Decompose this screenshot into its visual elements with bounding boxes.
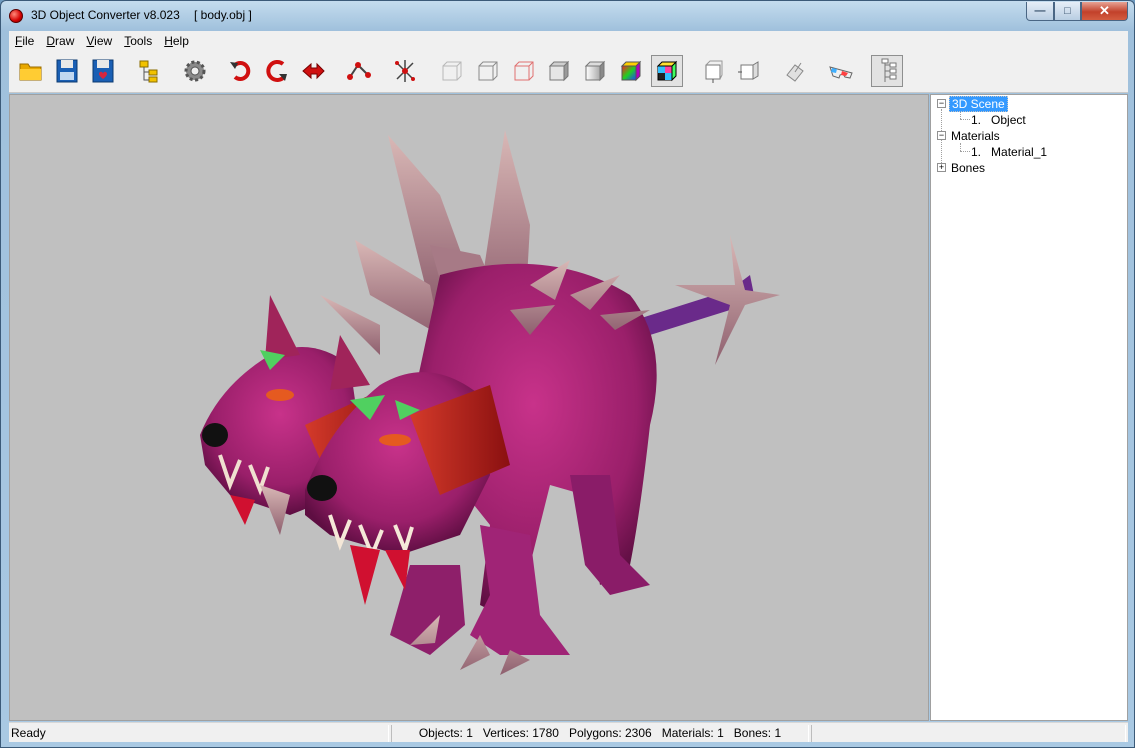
- tree-node-label: Materials: [951, 129, 1000, 143]
- tree-node-material-1[interactable]: 1. Material_1: [971, 144, 1047, 160]
- tree-node-number: 1.: [971, 145, 982, 159]
- wireframe-red-icon: [514, 61, 534, 81]
- move-icon: [302, 62, 325, 80]
- hierarchy-icon: [139, 60, 158, 83]
- title-bar[interactable]: 3D Object Converter v8.023 [ body.obj ] …: [1, 1, 1134, 31]
- pivot-button[interactable]: [389, 55, 421, 87]
- tree-node-label: Bones: [951, 161, 986, 175]
- tree-node-number: 1.: [971, 113, 982, 127]
- texture-icon: [656, 60, 678, 82]
- app-window: 3D Object Converter v8.023 [ body.obj ] …: [0, 0, 1135, 748]
- open-folder-icon: [19, 63, 42, 81]
- orbit-button[interactable]: [261, 55, 293, 87]
- front-view-icon: [705, 60, 723, 83]
- save-button[interactable]: [51, 55, 83, 87]
- status-objects: Objects: 1: [418, 726, 473, 740]
- menu-help[interactable]: Help: [158, 34, 195, 48]
- save-icon: [56, 59, 78, 83]
- wireframe-button[interactable]: [435, 55, 467, 87]
- materials-collapse-toggle[interactable]: −: [937, 131, 946, 140]
- tree-node-bones[interactable]: Bones: [951, 160, 985, 176]
- texture-button[interactable]: [651, 55, 683, 87]
- tree-node-label: Material_1: [991, 145, 1048, 159]
- orbit-icon: [266, 60, 287, 82]
- maximize-icon: □: [1064, 5, 1071, 17]
- minimize-icon: —: [1034, 5, 1046, 17]
- smooth-shading-icon: [584, 60, 606, 82]
- settings-button[interactable]: [179, 55, 211, 87]
- normals-icon: [786, 62, 804, 82]
- tree-node-materials[interactable]: Materials: [951, 128, 1000, 144]
- status-bones: Bones: 1: [733, 726, 782, 740]
- wireframe-red-button[interactable]: [507, 55, 539, 87]
- tree-node-3d-scene[interactable]: 3D Scene: [949, 96, 1008, 112]
- hierarchy-button[interactable]: [133, 55, 165, 87]
- menu-bar: File Draw View Tools Help: [9, 31, 1128, 51]
- status-extra: [811, 725, 1126, 742]
- scene-collapse-toggle[interactable]: −: [937, 99, 946, 108]
- tree-node-label: 3D Scene: [949, 96, 1008, 112]
- tree-connector: [960, 143, 961, 151]
- tree-node-object[interactable]: 1. Object: [971, 112, 1026, 128]
- close-icon: ✕: [1099, 3, 1110, 18]
- status-polygons: Polygons: 2306: [568, 726, 652, 740]
- vertex-edge-icon: [347, 62, 371, 80]
- side-view-icon: [738, 61, 759, 80]
- menu-tools[interactable]: Tools: [118, 34, 158, 48]
- side-view-button[interactable]: [733, 55, 765, 87]
- save-as-button[interactable]: [87, 55, 119, 87]
- front-view-button[interactable]: [697, 55, 729, 87]
- stereo-glasses-icon: [829, 66, 853, 79]
- minimize-button[interactable]: —: [1026, 2, 1054, 21]
- normals-button[interactable]: [779, 55, 811, 87]
- scene-tree-icon: [881, 58, 897, 82]
- toolbar: [9, 51, 1128, 93]
- tree-connector: [960, 119, 970, 120]
- close-button[interactable]: ✕: [1081, 2, 1128, 21]
- status-vertices: Vertices: 1780: [482, 726, 559, 740]
- vertex-edge-button[interactable]: [343, 55, 375, 87]
- color-shading-icon: [620, 60, 642, 82]
- window-file-name: [ body.obj ]: [194, 8, 252, 22]
- rotate-icon: [230, 61, 251, 81]
- tree-connector: [960, 151, 970, 152]
- move-button[interactable]: [297, 55, 329, 87]
- bones-expand-toggle[interactable]: +: [937, 163, 946, 172]
- open-button[interactable]: [15, 55, 47, 87]
- color-shading-button[interactable]: [615, 55, 647, 87]
- tree-node-label: Object: [991, 113, 1026, 127]
- menu-draw[interactable]: Draw: [40, 34, 80, 48]
- scene-tree-button[interactable]: [871, 55, 903, 87]
- wireframe-icon: [442, 61, 462, 81]
- status-stats: Objects: 1 Vertices: 1780 Polygons: 2306…: [391, 725, 809, 742]
- cerberus-model: [200, 130, 780, 675]
- pivot-icon: [395, 60, 415, 82]
- status-bar: Ready Objects: 1 Vertices: 1780 Polygons…: [9, 722, 1128, 742]
- stereo-button[interactable]: [825, 55, 857, 87]
- tree-connector: [960, 111, 961, 119]
- window-title: 3D Object Converter v8.023: [31, 8, 180, 22]
- rotate-button[interactable]: [225, 55, 257, 87]
- status-materials: Materials: 1: [661, 726, 724, 740]
- wireframe-hidden-icon: [478, 61, 498, 81]
- wireframe-hidden-button[interactable]: [471, 55, 503, 87]
- status-ready: Ready: [11, 725, 389, 742]
- flat-shading-button[interactable]: [543, 55, 575, 87]
- menu-file[interactable]: File: [9, 34, 40, 48]
- save-as-icon: [92, 59, 114, 83]
- flat-shading-icon: [548, 60, 570, 82]
- 3d-viewport[interactable]: [9, 94, 929, 721]
- scene-tree-panel[interactable]: − 3D Scene 1. Object − Materials 1. Mate…: [930, 94, 1128, 721]
- maximize-button[interactable]: □: [1054, 2, 1081, 21]
- app-logo-icon[interactable]: [9, 9, 23, 23]
- menu-view[interactable]: View: [80, 34, 118, 48]
- smooth-shading-button[interactable]: [579, 55, 611, 87]
- settings-gear-icon: [184, 60, 206, 82]
